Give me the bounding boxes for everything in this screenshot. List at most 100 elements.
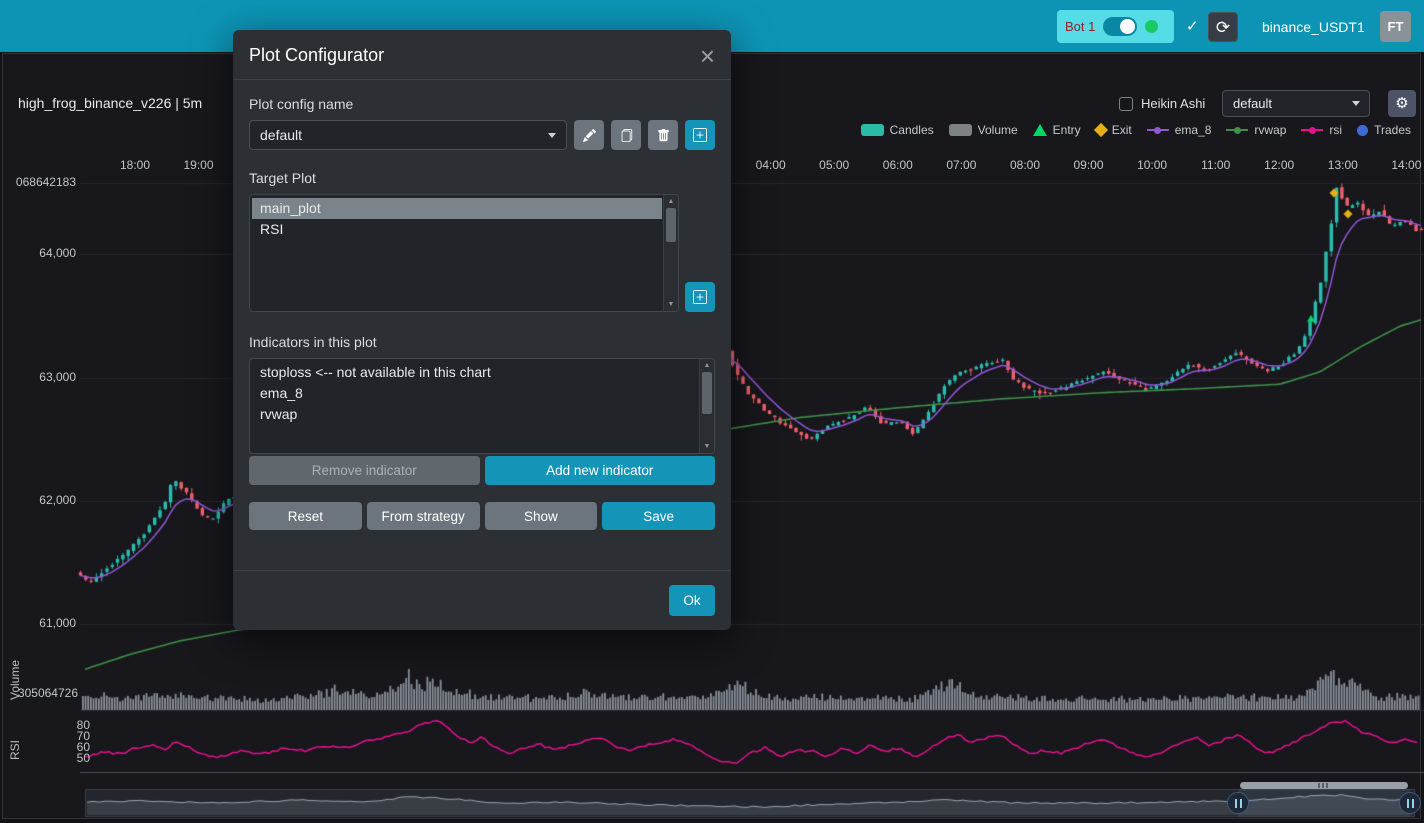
close-icon[interactable]: × xyxy=(700,47,715,65)
x-axis-tick: 18:00 xyxy=(110,158,160,172)
listbox-scrollbar[interactable]: ▲ ▼ xyxy=(699,359,714,453)
chevron-down-icon xyxy=(548,133,556,138)
x-axis-tick: 13:00 xyxy=(1318,158,1368,172)
datazoom-right-handle[interactable] xyxy=(1399,792,1421,814)
target-plot-option[interactable]: RSI xyxy=(252,219,662,240)
legend-item-ema_8[interactable]: ema_8 xyxy=(1147,123,1212,137)
scroll-down-icon[interactable]: ▼ xyxy=(664,301,678,308)
avatar[interactable]: FT xyxy=(1380,11,1411,42)
datazoom-left-handle[interactable] xyxy=(1227,792,1249,814)
legend-label: Exit xyxy=(1112,123,1132,137)
plot-settings-button[interactable]: ⚙ xyxy=(1388,90,1416,117)
x-axis-tick: 19:00 xyxy=(174,158,224,172)
Entry-marker-icon xyxy=(1033,124,1047,136)
remove-indicator-button[interactable]: Remove indicator xyxy=(249,456,480,485)
legend-label: Candles xyxy=(890,123,934,137)
legend-item-Candles[interactable]: Candles xyxy=(861,123,934,137)
scroll-up-icon[interactable]: ▲ xyxy=(664,198,678,205)
scroll-down-icon[interactable]: ▼ xyxy=(700,443,714,450)
rsi-axis-tick: 50 xyxy=(0,751,90,765)
bot-toggle[interactable] xyxy=(1103,17,1137,36)
legend-label: Entry xyxy=(1053,123,1081,137)
legend-item-Volume[interactable]: Volume xyxy=(949,123,1018,137)
bot-selector[interactable]: Bot 1 xyxy=(1057,10,1174,43)
pause-bar-icon xyxy=(1412,799,1414,808)
add-target-plot-button[interactable] xyxy=(685,282,715,312)
chevron-down-icon xyxy=(1352,101,1360,106)
pause-bar-icon xyxy=(1407,799,1409,808)
scrollbar-thumb[interactable] xyxy=(666,208,676,242)
check-icon: ✓ xyxy=(1186,17,1199,35)
y-axis-tick: 61,000 xyxy=(0,616,76,630)
instance-name: binance_USDT1 xyxy=(1262,19,1365,35)
plus-square-icon xyxy=(693,290,707,304)
indicator-option[interactable]: stoploss <-- not available in this chart xyxy=(252,362,698,383)
legend-item-Entry[interactable]: Entry xyxy=(1033,123,1081,137)
datazoom-scrollbar[interactable] xyxy=(1240,782,1408,789)
indicator-option[interactable]: rvwap xyxy=(252,404,698,425)
plot-config-select-header[interactable]: default xyxy=(1222,90,1370,117)
plot-config-name-select[interactable]: default xyxy=(249,120,567,150)
x-axis-tick: 08:00 xyxy=(1000,158,1050,172)
x-axis-tick: 09:00 xyxy=(1064,158,1114,172)
legend-item-rsi[interactable]: rsi xyxy=(1301,123,1342,137)
x-axis-tick: 04:00 xyxy=(746,158,796,172)
heikin-ashi-label: Heikin Ashi xyxy=(1141,96,1205,111)
legend-item-Exit[interactable]: Exit xyxy=(1096,123,1132,137)
listbox-scrollbar[interactable]: ▲ ▼ xyxy=(663,195,678,311)
x-axis-tick: 11:00 xyxy=(1191,158,1241,172)
duplicate-config-button[interactable] xyxy=(611,120,641,150)
add-config-button[interactable] xyxy=(685,120,715,150)
reset-button[interactable]: Reset xyxy=(249,502,362,530)
legend-label: rsi xyxy=(1329,123,1342,137)
modal-title: Plot Configurator xyxy=(249,45,384,66)
pencil-icon xyxy=(583,129,596,142)
legend-item-Trades[interactable]: Trades xyxy=(1357,123,1411,137)
indicator-option[interactable]: ema_8 xyxy=(252,383,698,404)
pause-bar-icon xyxy=(1240,799,1242,808)
indicators-listbox[interactable]: stoploss <-- not available in this chart… xyxy=(249,358,715,454)
heikin-ashi-checkbox[interactable] xyxy=(1119,97,1133,111)
scrollbar-thumb[interactable] xyxy=(702,372,712,414)
plot-config-name-label: Plot config name xyxy=(249,96,715,112)
plot-configurator-modal: Plot Configurator × Plot config name def… xyxy=(233,30,731,630)
save-button[interactable]: Save xyxy=(602,502,715,530)
legend-label: rvwap xyxy=(1254,123,1286,137)
y-axis-tick: 64,000 xyxy=(0,246,76,260)
delete-config-button[interactable] xyxy=(648,120,678,150)
legend-label: Volume xyxy=(978,123,1018,137)
modal-footer: Ok xyxy=(233,570,731,630)
legend-item-rvwap[interactable]: rvwap xyxy=(1226,123,1286,137)
Candles-marker-icon xyxy=(861,124,884,136)
ok-button[interactable]: Ok xyxy=(669,585,715,616)
rename-config-button[interactable] xyxy=(574,120,604,150)
refresh-icon: ⟳ xyxy=(1216,18,1230,37)
Trades-marker-icon xyxy=(1357,125,1368,136)
show-button[interactable]: Show xyxy=(485,502,598,530)
refresh-button[interactable]: ⟳ xyxy=(1208,12,1238,42)
plus-square-icon xyxy=(693,128,707,142)
grip-icon xyxy=(1318,783,1330,788)
modal-header: Plot Configurator × xyxy=(233,30,731,80)
y-axis-tick: 068642183 xyxy=(0,175,76,189)
rvwap-marker-icon xyxy=(1226,129,1248,131)
from-strategy-button[interactable]: From strategy xyxy=(367,502,480,530)
indicators-label: Indicators in this plot xyxy=(249,334,715,350)
avatar-initials: FT xyxy=(1388,19,1404,34)
y-axis-tick: 62,000 xyxy=(0,493,76,507)
target-plot-option[interactable]: main_plot xyxy=(252,198,662,219)
modal-body: Plot config name default Target Plot mai… xyxy=(233,80,731,570)
toggle-knob xyxy=(1120,19,1135,34)
pause-bar-icon xyxy=(1235,799,1237,808)
volume-axis-tick: 305064726 xyxy=(0,686,78,700)
legend-label: ema_8 xyxy=(1175,123,1212,137)
plot-config-name-value: default xyxy=(260,127,302,143)
ema_8-marker-icon xyxy=(1147,129,1169,131)
Exit-marker-icon xyxy=(1094,123,1108,137)
gear-icon: ⚙ xyxy=(1395,95,1408,112)
scroll-up-icon[interactable]: ▲ xyxy=(700,362,714,369)
target-plot-listbox[interactable]: main_plot RSI ▲ ▼ xyxy=(249,194,679,312)
x-axis-tick: 06:00 xyxy=(873,158,923,172)
target-plot-label: Target Plot xyxy=(249,170,715,186)
add-indicator-button[interactable]: Add new indicator xyxy=(485,456,716,485)
